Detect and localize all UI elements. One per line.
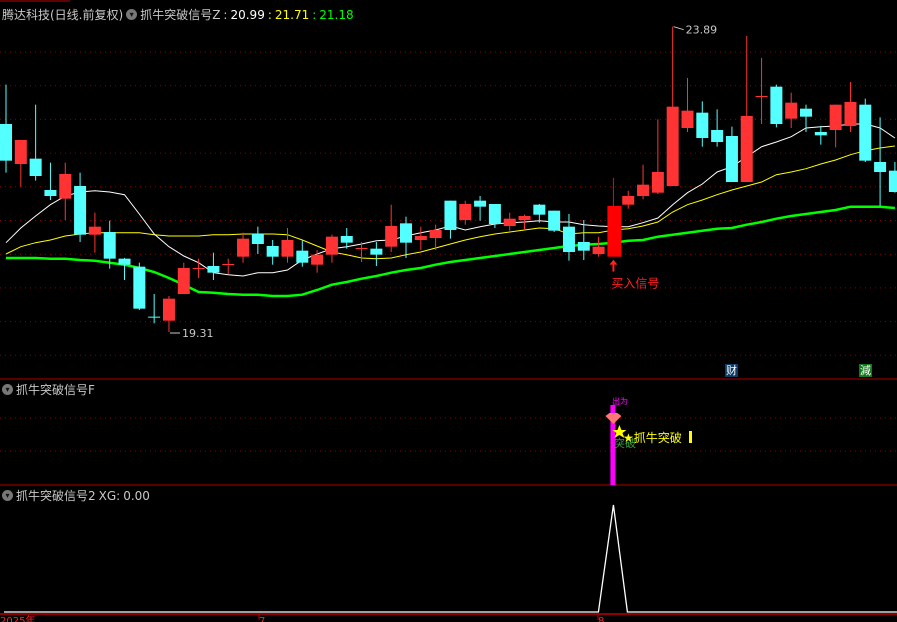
candle-up (385, 226, 398, 247)
chevron-down-icon[interactable]: ▾ (2, 490, 13, 501)
candle-up (414, 236, 427, 240)
indicator-value-3: 21.18 (319, 7, 354, 22)
candle-down (29, 158, 42, 176)
panel2-header: ▾ 抓牛突破信号F (2, 381, 95, 398)
xg-value: 0.00 (123, 488, 150, 503)
candle-up (829, 104, 842, 130)
candle-down (548, 210, 561, 231)
candle-down (74, 186, 87, 235)
chevron-down-icon[interactable]: ▾ (2, 384, 13, 395)
candle-up (177, 268, 190, 294)
candle-down (370, 248, 383, 255)
candle-down (148, 316, 161, 318)
candle-down (562, 226, 575, 252)
candle-up (355, 248, 368, 249)
finance-tag[interactable]: 财 (725, 364, 738, 377)
indicator-value-2: 21.71 (274, 7, 310, 22)
chart-canvas[interactable]: 23.89 19.31 买入信号 出为 突破 ★抓牛突破 2025年 7 8 (0, 0, 897, 622)
x-axis-label-8: 8 (598, 616, 604, 622)
high-pointer (673, 26, 684, 31)
candle-down (874, 162, 887, 172)
candle-up (311, 254, 324, 265)
candle-down (0, 124, 12, 161)
signal-top-text: 出为 (612, 396, 628, 406)
candle-up (651, 172, 664, 193)
candle-up (459, 204, 472, 220)
candle-up (681, 110, 694, 128)
candle-up (162, 298, 175, 321)
chevron-down-icon[interactable]: ▾ (126, 9, 138, 20)
candle-up (88, 226, 101, 235)
candle-up (429, 230, 442, 238)
candle-down (696, 112, 709, 138)
candle-down (118, 258, 131, 265)
indicator-value-1: 20.99 (230, 7, 265, 22)
x-axis-label-7: 7 (259, 616, 265, 622)
candle-down (888, 170, 897, 192)
candle-up (755, 96, 768, 97)
xg-label: XG: (98, 488, 121, 503)
signal-text: ★抓牛突破 (623, 430, 682, 445)
signal-end-bar (689, 431, 692, 443)
low-price-label: 19.31 (182, 327, 214, 340)
candle-down (207, 266, 220, 273)
xg-line (4, 504, 897, 613)
candle-up (192, 268, 205, 269)
stock-title[interactable]: 腾达科技(日线.前复权) (2, 6, 123, 23)
candle-up (622, 196, 635, 205)
candle-up (518, 216, 531, 220)
candle-down (725, 136, 738, 182)
high-price-label: 23.89 (686, 24, 718, 37)
xg-panel-marks (4, 504, 897, 613)
grid-lines (0, 0, 897, 620)
candle-down (814, 132, 827, 136)
x-axis-label-year: 2025年 (0, 614, 35, 622)
panel2-title[interactable]: 抓牛突破信号F (16, 381, 95, 398)
candle-down (800, 108, 813, 117)
candle-down (44, 190, 57, 196)
panel3-header: ▾ 抓牛突破信号2 XG: 0.00 (2, 487, 150, 504)
candlesticks (0, 26, 897, 334)
candle-down (340, 236, 353, 243)
candle-down (488, 204, 501, 224)
panel3-title[interactable]: 抓牛突破信号2 (16, 487, 96, 504)
candle-up (222, 264, 235, 265)
reduce-holding-tag[interactable]: 減 (859, 364, 872, 377)
main-header: 腾达科技(日线.前复权) ▾ 抓牛突破信号Z :20.99 :21.71 :21… (2, 6, 354, 23)
diamond-icon (605, 413, 622, 424)
candle-down (103, 232, 116, 259)
candle-down (444, 200, 457, 230)
candle-down (770, 86, 783, 124)
candle-up (325, 236, 338, 255)
candle-up (607, 206, 622, 257)
candle-up (14, 140, 27, 164)
candle-up (740, 116, 753, 182)
candle-down (577, 242, 590, 251)
candle-up (592, 246, 605, 254)
candle-down (859, 104, 872, 161)
candle-up (637, 184, 650, 196)
candle-up (281, 240, 294, 257)
candle-up (237, 238, 250, 257)
candle-down (533, 204, 546, 215)
candle-down (133, 266, 146, 309)
candle-up (785, 102, 798, 119)
ma-white-line (5, 123, 896, 277)
candle-down (400, 223, 413, 243)
candle-down (266, 246, 279, 257)
buy-signal-label: 买入信号 (611, 277, 659, 291)
candle-up (503, 218, 516, 226)
up-arrow-icon (609, 259, 618, 272)
candle-down (296, 250, 309, 263)
candle-up (666, 106, 679, 186)
candle-down (711, 130, 724, 142)
candle-up (59, 174, 72, 199)
candle-down (474, 200, 487, 207)
candle-down (251, 234, 264, 244)
candle-up (844, 102, 857, 126)
indicator-name[interactable]: 抓牛突破信号Z (140, 6, 220, 23)
